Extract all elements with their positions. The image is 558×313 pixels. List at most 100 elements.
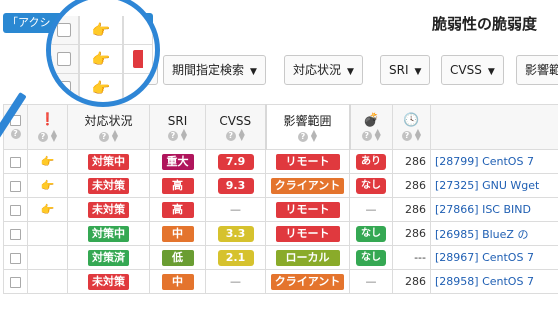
row-exploit: — (349, 197, 393, 222)
help-icon[interactable]: ? (297, 132, 308, 142)
row-checkbox[interactable] (10, 228, 21, 240)
magnifier-cell: 👉 (79, 74, 123, 102)
cvss-badge: 2.1 (217, 249, 254, 266)
row-checkbox[interactable] (57, 52, 71, 66)
sort-icon[interactable]: ▲ ▼ (51, 129, 57, 143)
cvss-badge: 7.9 (217, 153, 254, 170)
row-checkbox[interactable] (10, 276, 21, 288)
row-impact: ローカル (265, 245, 350, 270)
table-row[interactable]: 対策済 低 2.1 ローカル なし --- [28967] CentOS 7 (3, 245, 558, 270)
row-title-link[interactable]: [26985] BlueZ の (430, 221, 558, 246)
magnifier-grid: 👉 👉 👉 (51, 16, 153, 102)
row-title-link[interactable]: [27325] GNU Wget (430, 173, 558, 198)
row-title-link[interactable]: [28799] CentOS 7 (430, 149, 558, 174)
magnifier-overlay: 👉 👉 👉 (46, 0, 160, 107)
sort-icon[interactable]: ▲ ▼ (239, 127, 245, 141)
row-select[interactable] (3, 149, 28, 174)
help-icon[interactable]: ? (98, 132, 109, 142)
status-badge: 対策中 (88, 225, 129, 242)
impact-badge: クライアント (270, 273, 345, 290)
magnifier-cell (51, 45, 79, 74)
header-label: CVSS (219, 113, 252, 128)
filter-label: CVSS (450, 63, 482, 77)
row-impact: クライアント (265, 269, 350, 294)
help-icon[interactable]: ? (10, 129, 21, 139)
row-checkbox[interactable] (57, 23, 71, 37)
impact-badge: クライアント (270, 177, 345, 194)
row-checkbox[interactable] (10, 204, 21, 216)
table-row[interactable]: 👉 対策中 重大 7.9 リモート あり 286 [28799] CentOS 7 (3, 149, 558, 174)
row-select[interactable] (3, 197, 28, 222)
filter-cvss[interactable]: CVSS ▼ (441, 55, 504, 85)
clock-icon: 🕓 (403, 113, 420, 128)
exploit-empty: — (365, 275, 377, 288)
row-select[interactable] (3, 221, 28, 246)
caret-down-icon: ▼ (250, 67, 257, 77)
sort-icon[interactable]: ▲ ▼ (375, 128, 381, 142)
row-exploit: あり (349, 149, 393, 174)
row-select[interactable] (3, 245, 28, 270)
help-icon[interactable]: ? (167, 130, 178, 141)
filter-status[interactable]: 対応状況 ▼ (284, 55, 363, 85)
row-alert (27, 269, 68, 294)
impact-badge: リモート (275, 153, 340, 170)
header-exploit[interactable]: 💣 ? ▲ ▼ (349, 104, 393, 150)
row-alert (27, 245, 68, 270)
pointing-hand-icon: 👉 (91, 79, 111, 97)
row-days: --- (392, 245, 431, 270)
sort-icon[interactable]: ▲ ▼ (311, 129, 317, 143)
sri-badge: 高 (161, 177, 194, 194)
sort-icon[interactable]: ▲ ▼ (112, 129, 118, 143)
table-header-row: ? ❗ ? ▲ ▼ 対応状況 ? ▲ ▼ SRI ? ▲ ▼ CVSS ? ▲ ▼ (3, 104, 558, 150)
header-alert[interactable]: ❗ ? ▲ ▼ (27, 104, 68, 150)
magnifier-top (51, 0, 155, 16)
caret-down-icon: ▼ (347, 67, 354, 77)
sri-badge: 中 (161, 225, 194, 242)
help-icon[interactable]: ? (37, 132, 48, 142)
table-row[interactable]: 👉 未対策 高 — リモート — 286 [27866] ISC BIND (3, 197, 558, 222)
filter-impact[interactable]: 影響範 (516, 55, 558, 85)
bomb-icon: 💣 (363, 113, 380, 128)
row-cvss: 9.3 (205, 173, 266, 198)
header-impact[interactable]: 影響範囲 ? ▲ ▼ (264, 104, 351, 150)
sri-badge: 中 (161, 273, 194, 290)
filter-period-search[interactable]: 期間指定検索 ▼ (163, 55, 266, 85)
row-alert: 👉 (27, 173, 68, 198)
row-cvss: 2.1 (205, 245, 266, 270)
help-icon[interactable]: ? (361, 131, 372, 141)
row-title-link[interactable]: [28958] CentOS 7 (430, 269, 558, 294)
magnifier-row: 👉 (51, 16, 153, 45)
row-checkbox[interactable] (10, 180, 21, 192)
header-title (430, 104, 558, 150)
row-days: 286 (392, 197, 431, 222)
row-status: 未対策 (67, 269, 150, 294)
row-title-link[interactable]: [28967] CentOS 7 (430, 245, 558, 270)
table-row[interactable]: 未対策 中 — クライアント — 286 [28958] CentOS 7 (3, 269, 558, 294)
exclamation-icon: ❗ (40, 112, 55, 126)
help-icon[interactable]: ? (401, 131, 412, 141)
row-checkbox[interactable] (10, 252, 21, 264)
sort-icon[interactable]: ▲ ▼ (181, 127, 187, 141)
sort-icon[interactable]: ▲ ▼ (415, 128, 421, 142)
row-checkbox[interactable] (10, 156, 21, 168)
row-select[interactable] (3, 269, 28, 294)
magnifier-cell: 👉 (79, 45, 123, 74)
header-cvss[interactable]: CVSS ? ▲ ▼ (205, 104, 266, 150)
header-days[interactable]: 🕓 ? ▲ ▼ (392, 104, 431, 150)
row-select[interactable] (3, 173, 28, 198)
row-exploit: なし (349, 173, 393, 198)
header-sri[interactable]: SRI ? ▲ ▼ (149, 104, 206, 150)
row-title-link[interactable]: [27866] ISC BIND (430, 197, 558, 222)
row-days: 286 (392, 221, 431, 246)
row-exploit: — (349, 269, 393, 294)
status-badge: 未対策 (88, 177, 129, 194)
filter-sri[interactable]: SRI ▼ (380, 55, 431, 85)
table-row[interactable]: 👉 未対策 高 9.3 クライアント なし 286 [27325] GNU Wget (3, 173, 558, 198)
row-exploit: なし (349, 221, 393, 246)
table-row[interactable]: 対策中 中 3.3 リモート なし 286 [26985] BlueZ の (3, 221, 558, 246)
row-status: 対策中 (67, 149, 150, 174)
row-sri: 低 (149, 245, 206, 270)
help-icon[interactable]: ? (225, 130, 236, 141)
row-checkbox[interactable] (57, 81, 71, 95)
header-status[interactable]: 対応状況 ? ▲ ▼ (67, 104, 150, 150)
